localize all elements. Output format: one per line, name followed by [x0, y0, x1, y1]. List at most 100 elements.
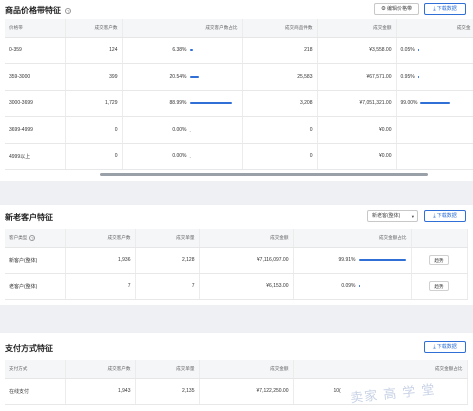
- cell-orders: 7: [135, 273, 200, 300]
- col-header-customers: 成交客户数: [65, 19, 123, 38]
- table-row: 0-359 124 6.38% 218 ¥3,558.00 0.05%: [5, 37, 473, 64]
- percent-value: 0.95%: [400, 73, 415, 80]
- help-icon[interactable]: ?: [29, 234, 36, 241]
- gear-icon: ⚙: [381, 6, 386, 12]
- percent-bar: [358, 285, 407, 287]
- percent-bar: [189, 49, 238, 52]
- cell-amount-pct: 99.91%: [293, 247, 412, 274]
- table-header-row: 客户类型? 成交客户数 成交单量 成交金额 成交金额占比: [5, 229, 468, 248]
- cell-payment-method: 在线支付: [5, 378, 66, 405]
- download-label: 下载数据: [436, 6, 457, 12]
- help-icon[interactable]: ?: [65, 7, 72, 14]
- percent-bar: [417, 49, 448, 52]
- cell-price-band: 3699-4999: [5, 116, 66, 144]
- customer-type-select[interactable]: 新老客(整体) ▾: [367, 210, 418, 222]
- percent-bar-fill: [189, 102, 233, 105]
- col-header-customers: 成交客户数: [65, 360, 136, 379]
- col-header-customer-pct: 成交客户数占比: [122, 19, 243, 38]
- cell-customers: 1,936: [65, 247, 136, 274]
- percent-value: 0.00%: [172, 153, 187, 160]
- percent-bar: [189, 75, 238, 78]
- percent-cell: 6.38%: [127, 47, 238, 53]
- cell-amount: ¥7,051,321.00: [317, 90, 397, 117]
- percent-bar: [417, 75, 448, 78]
- cell-amount-pct: 0.05%: [396, 37, 473, 64]
- col-header-payment-method: 支付方式: [5, 360, 66, 379]
- table-row: 359-3000 399 20.54% 25,583 ¥67,571.00 0.95%: [5, 63, 473, 91]
- download-button[interactable]: ⤓下载数据: [424, 210, 466, 222]
- percent-value: 0.00%: [172, 126, 187, 133]
- percent-bar: -: [190, 155, 238, 161]
- col-header-amount-pct: 成交金额占比: [293, 229, 412, 248]
- col-header-price-band: 价格带: [5, 19, 66, 38]
- customer-type-section: 新老客户特征 新老客(整体) ▾ ⤓下载数据 客户类型? 成交客户数 成交单量 …: [0, 205, 473, 305]
- cell-customer-pct: 0.00% -: [122, 116, 243, 144]
- download-label: 下载数据: [436, 344, 457, 350]
- percent-bar: [420, 102, 451, 105]
- download-icon: ⤓: [433, 6, 436, 12]
- table-row: 新客户(整体) 1,936 2,128 ¥7,116,097.00 99.91% 趋势: [5, 247, 468, 274]
- percent-cell: 20.54%: [127, 74, 238, 80]
- percent-cell: 0.05%: [401, 47, 471, 53]
- horizontal-scrollbar[interactable]: [100, 173, 428, 176]
- cell-customer-type: 新客户(整体): [5, 247, 66, 274]
- percent-bar-fill: [417, 75, 419, 78]
- percent-value: 99.91%: [338, 257, 356, 263]
- cell-amount: ¥7,122,250.00: [199, 378, 294, 405]
- col-header-amount: 成交金额: [199, 229, 294, 248]
- price-band-section: 商品价格带特征 ? ⚙编辑价格带 ⤓下载数据 价格带 成交客户数 成交客户数占比…: [0, 0, 473, 181]
- cell-amount-pct: 0.09%: [293, 273, 412, 300]
- cell-items: 25,583: [242, 63, 318, 91]
- col-header-amount-pct: 成交金额占比: [293, 360, 468, 379]
- trend-button[interactable]: 趋势: [429, 255, 449, 265]
- table-row: 3699-4999 0 0.00% -0 ¥0.00: [5, 116, 473, 144]
- cell-customer-pct: 20.54%: [122, 63, 243, 91]
- cell-customers: 1,943: [65, 378, 136, 405]
- cell-customer-type: 老客户(整体): [5, 273, 66, 300]
- edit-price-band-button[interactable]: ⚙编辑价格带: [374, 3, 419, 15]
- cell-action: 趋势: [411, 273, 468, 300]
- section-title-text: 商品价格带特征: [5, 6, 61, 15]
- cell-customers: 399: [65, 63, 123, 91]
- col-header-customer-type-label: 客户类型: [9, 234, 28, 240]
- download-label: 下载数据: [436, 213, 457, 219]
- table-header-row: 价格带 成交客户数 成交客户数占比 成交商品件数 成交金额 成交金: [5, 19, 473, 38]
- empty-dash: -: [189, 128, 192, 135]
- cell-action: 趋势: [411, 247, 468, 274]
- col-header-amount-pct: 成交金: [396, 19, 473, 38]
- percent-bar-fill: [358, 285, 360, 287]
- col-header-customers: 成交客户数: [65, 229, 136, 248]
- col-header-amount: 成交金额: [317, 19, 397, 38]
- cell-amount-pct: 99.00%: [396, 90, 473, 117]
- cell-items: 0: [242, 143, 318, 170]
- cell-amount: ¥3,558.00: [317, 37, 397, 64]
- col-header-orders: 成交单量: [135, 360, 200, 379]
- trend-button[interactable]: 趋势: [429, 281, 449, 291]
- section-header: 商品价格带特征 ? ⚙编辑价格带 ⤓下载数据: [0, 0, 473, 20]
- cell-price-band: 359-3000: [5, 63, 66, 91]
- percent-cell: 0.95%: [401, 74, 471, 80]
- edit-price-band-label: 编辑价格带: [386, 6, 412, 12]
- section-title: 新老客户特征: [5, 213, 53, 222]
- percent-cell: 99.00%: [401, 100, 471, 106]
- cell-customers: 0: [65, 116, 123, 144]
- cell-customers: 0: [65, 143, 123, 170]
- col-header-amount: 成交金额: [199, 360, 294, 379]
- percent-bar: -: [190, 129, 238, 135]
- percent-cell: 0.00% -: [127, 126, 238, 135]
- cell-customers: 124: [65, 37, 123, 64]
- download-icon: ⤓: [433, 344, 436, 350]
- cell-customers: 1,729: [65, 90, 123, 117]
- percent-bar: [189, 102, 238, 105]
- percent-value: 20.54%: [169, 73, 187, 80]
- table-row: 老客户(整体) 7 7 ¥6,153.00 0.09% 趋势: [5, 273, 468, 300]
- percent-bar-fill: [417, 49, 419, 52]
- section-header: 支付方式特征 ⤓下载数据: [0, 333, 473, 353]
- cell-price-band: 3000-3699: [5, 90, 66, 117]
- download-button[interactable]: ⤓下载数据: [424, 341, 466, 353]
- col-header-action: [411, 229, 468, 248]
- download-button[interactable]: ⤓下载数据: [424, 3, 466, 15]
- percent-value: 99.00%: [400, 100, 418, 107]
- cell-customer-pct: 88.99%: [122, 90, 243, 117]
- percent-cell: 99.91%: [298, 257, 407, 263]
